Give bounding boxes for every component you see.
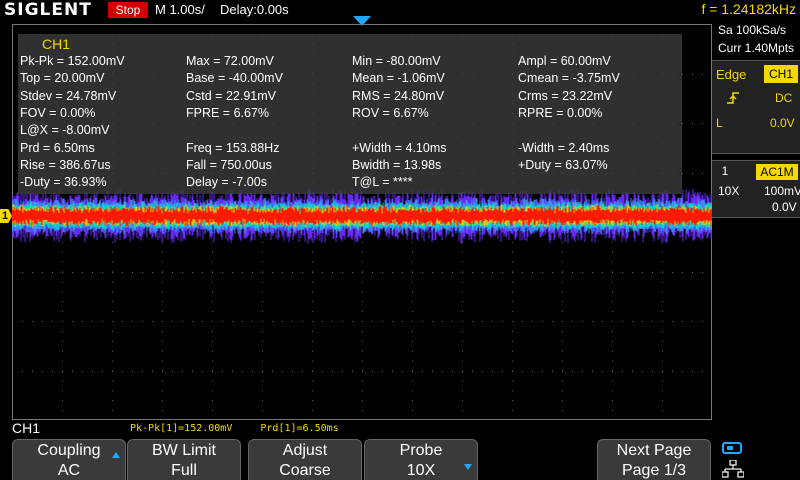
right-info-panel: Sa 100kSa/s Curr 1.40Mpts Edge CH1 DC L … [712, 20, 800, 435]
measurement-value: Freq = 153.88Hz [186, 140, 280, 155]
rising-edge-icon [727, 92, 739, 104]
measurement-value: Stdev = 24.78mV [20, 88, 117, 103]
trigger-coupling: DC [775, 91, 793, 105]
channel-offset: 0.0V [772, 200, 797, 214]
top-status-bar: SIGLENT Stop M 1.00s/ Delay:0.00s f = 1.… [0, 0, 800, 20]
adjust-softkey[interactable]: Adjust Coarse [248, 439, 362, 480]
channel1-offset-marker[interactable]: 1 [0, 209, 12, 223]
measurement-value: Top = 20.00mV [20, 71, 105, 86]
trigger-level: 0.0V [770, 116, 795, 130]
measure-item: Prd[1]=6.50ms [260, 423, 339, 434]
channel-number: 1 [721, 164, 729, 178]
measurement-value: Ampl = 60.00mV [518, 54, 611, 68]
measurement-value: -Duty = 36.93% [20, 175, 107, 190]
measurement-value: +Width = 4.10ms [352, 140, 447, 155]
trigger-info-box[interactable]: Edge CH1 DC L 0.0V [712, 60, 800, 154]
softkey-title: Adjust [282, 442, 328, 459]
measurement-value: Prd = 6.50ms [20, 140, 95, 155]
measurement-value: Cstd = 22.91mV [186, 88, 276, 103]
measurement-value: Fall = 750.00us [186, 157, 272, 172]
measurement-value: Pk-Pk = 152.00mV [20, 54, 125, 68]
coupling-softkey[interactable]: Coupling AC [12, 439, 126, 480]
measurement-value: +Duty = 63.07% [518, 157, 608, 172]
measurement-value: Bwidth = 13.98s [352, 157, 442, 172]
measurement-value: Rise = 386.67us [20, 157, 111, 172]
memory-depth: Curr 1.40Mpts [718, 41, 795, 55]
arrow-down-icon [464, 464, 472, 470]
measurement-value: -Width = 2.40ms [518, 140, 610, 155]
menu-channel-label: CH1 [12, 420, 41, 436]
measure-item: Pk-Pk[1]=152.00mV [130, 423, 233, 434]
channel-coupling-badge: AC1M [756, 164, 798, 180]
softkey-title: BW Limit [152, 442, 216, 459]
softkey-value: AC [57, 462, 81, 479]
measurement-value: Cmean = -3.75mV [518, 71, 620, 86]
trigger-type: Edge [716, 67, 747, 82]
softkey-menu: Coupling AC BW Limit Full Adjust Coarse … [0, 438, 800, 480]
usb-icon [722, 442, 742, 454]
measurement-source-title: CH1 [42, 36, 71, 52]
measurement-value: ROV = 6.67% [352, 105, 429, 120]
measurement-value: FPRE = 6.67% [186, 105, 270, 120]
probe-softkey[interactable]: Probe 10X [364, 439, 478, 480]
channel1-info-box[interactable]: 1 AC1M 10X 100mV/ 0.0V [712, 160, 800, 218]
trigger-mode: L [716, 116, 723, 130]
measurement-value: FOV = 0.00% [20, 105, 96, 120]
network-icon [722, 460, 744, 478]
softkey-value: Page 1/3 [621, 462, 687, 479]
softkey-title: Probe [399, 442, 443, 459]
timebase-readout: M 1.00s/ [155, 2, 205, 17]
measurement-value: L@X = -8.00mV [20, 123, 110, 138]
softkey-title: Coupling [37, 442, 101, 459]
channel-probe-ratio: 10X [718, 184, 740, 198]
softkey-value: Full [171, 462, 197, 479]
channel-vertical-scale: 100mV/ [764, 184, 800, 198]
connection-status-icons [718, 440, 748, 480]
trigger-source-badge: CH1 [764, 65, 798, 83]
measurement-value: Base = -40.00mV [186, 71, 283, 86]
bw-limit-softkey[interactable]: BW Limit Full [127, 439, 241, 480]
softkey-value: Coarse [279, 462, 331, 479]
sample-rate: Sa 100kSa/s [718, 23, 787, 37]
measurement-summary-bar: Pk-Pk[1]=152.00mV Prd[1]=6.50ms [130, 423, 361, 434]
brand-logo: SIGLENT [4, 0, 92, 20]
softkey-title: Next Page [616, 442, 692, 459]
next-page-softkey[interactable]: Next Page Page 1/3 [597, 439, 711, 480]
measurement-value: Crms = 23.22mV [518, 88, 613, 103]
measurement-panel: CH1 Pk-Pk = 152.00mV Max = 72.00mV Min = -… [18, 34, 682, 194]
measurement-value: Mean = -1.06mV [352, 71, 445, 86]
measurement-value: RPRE = 0.00% [518, 105, 603, 120]
measurement-value: Delay = -7.00s [186, 175, 267, 190]
measurement-value: Max = 72.00mV [186, 54, 274, 68]
frequency-counter: f = 1.24182kHz [701, 1, 796, 17]
run-status-badge[interactable]: Stop [108, 2, 148, 18]
softkey-value: 10X [406, 462, 436, 479]
measurement-value: Min = -80.00mV [352, 54, 441, 68]
arrow-up-icon [112, 452, 120, 458]
measurement-value: T@L = **** [352, 175, 413, 190]
delay-readout: Delay:0.00s [220, 2, 289, 17]
measurement-value: RMS = 24.80mV [352, 88, 445, 103]
